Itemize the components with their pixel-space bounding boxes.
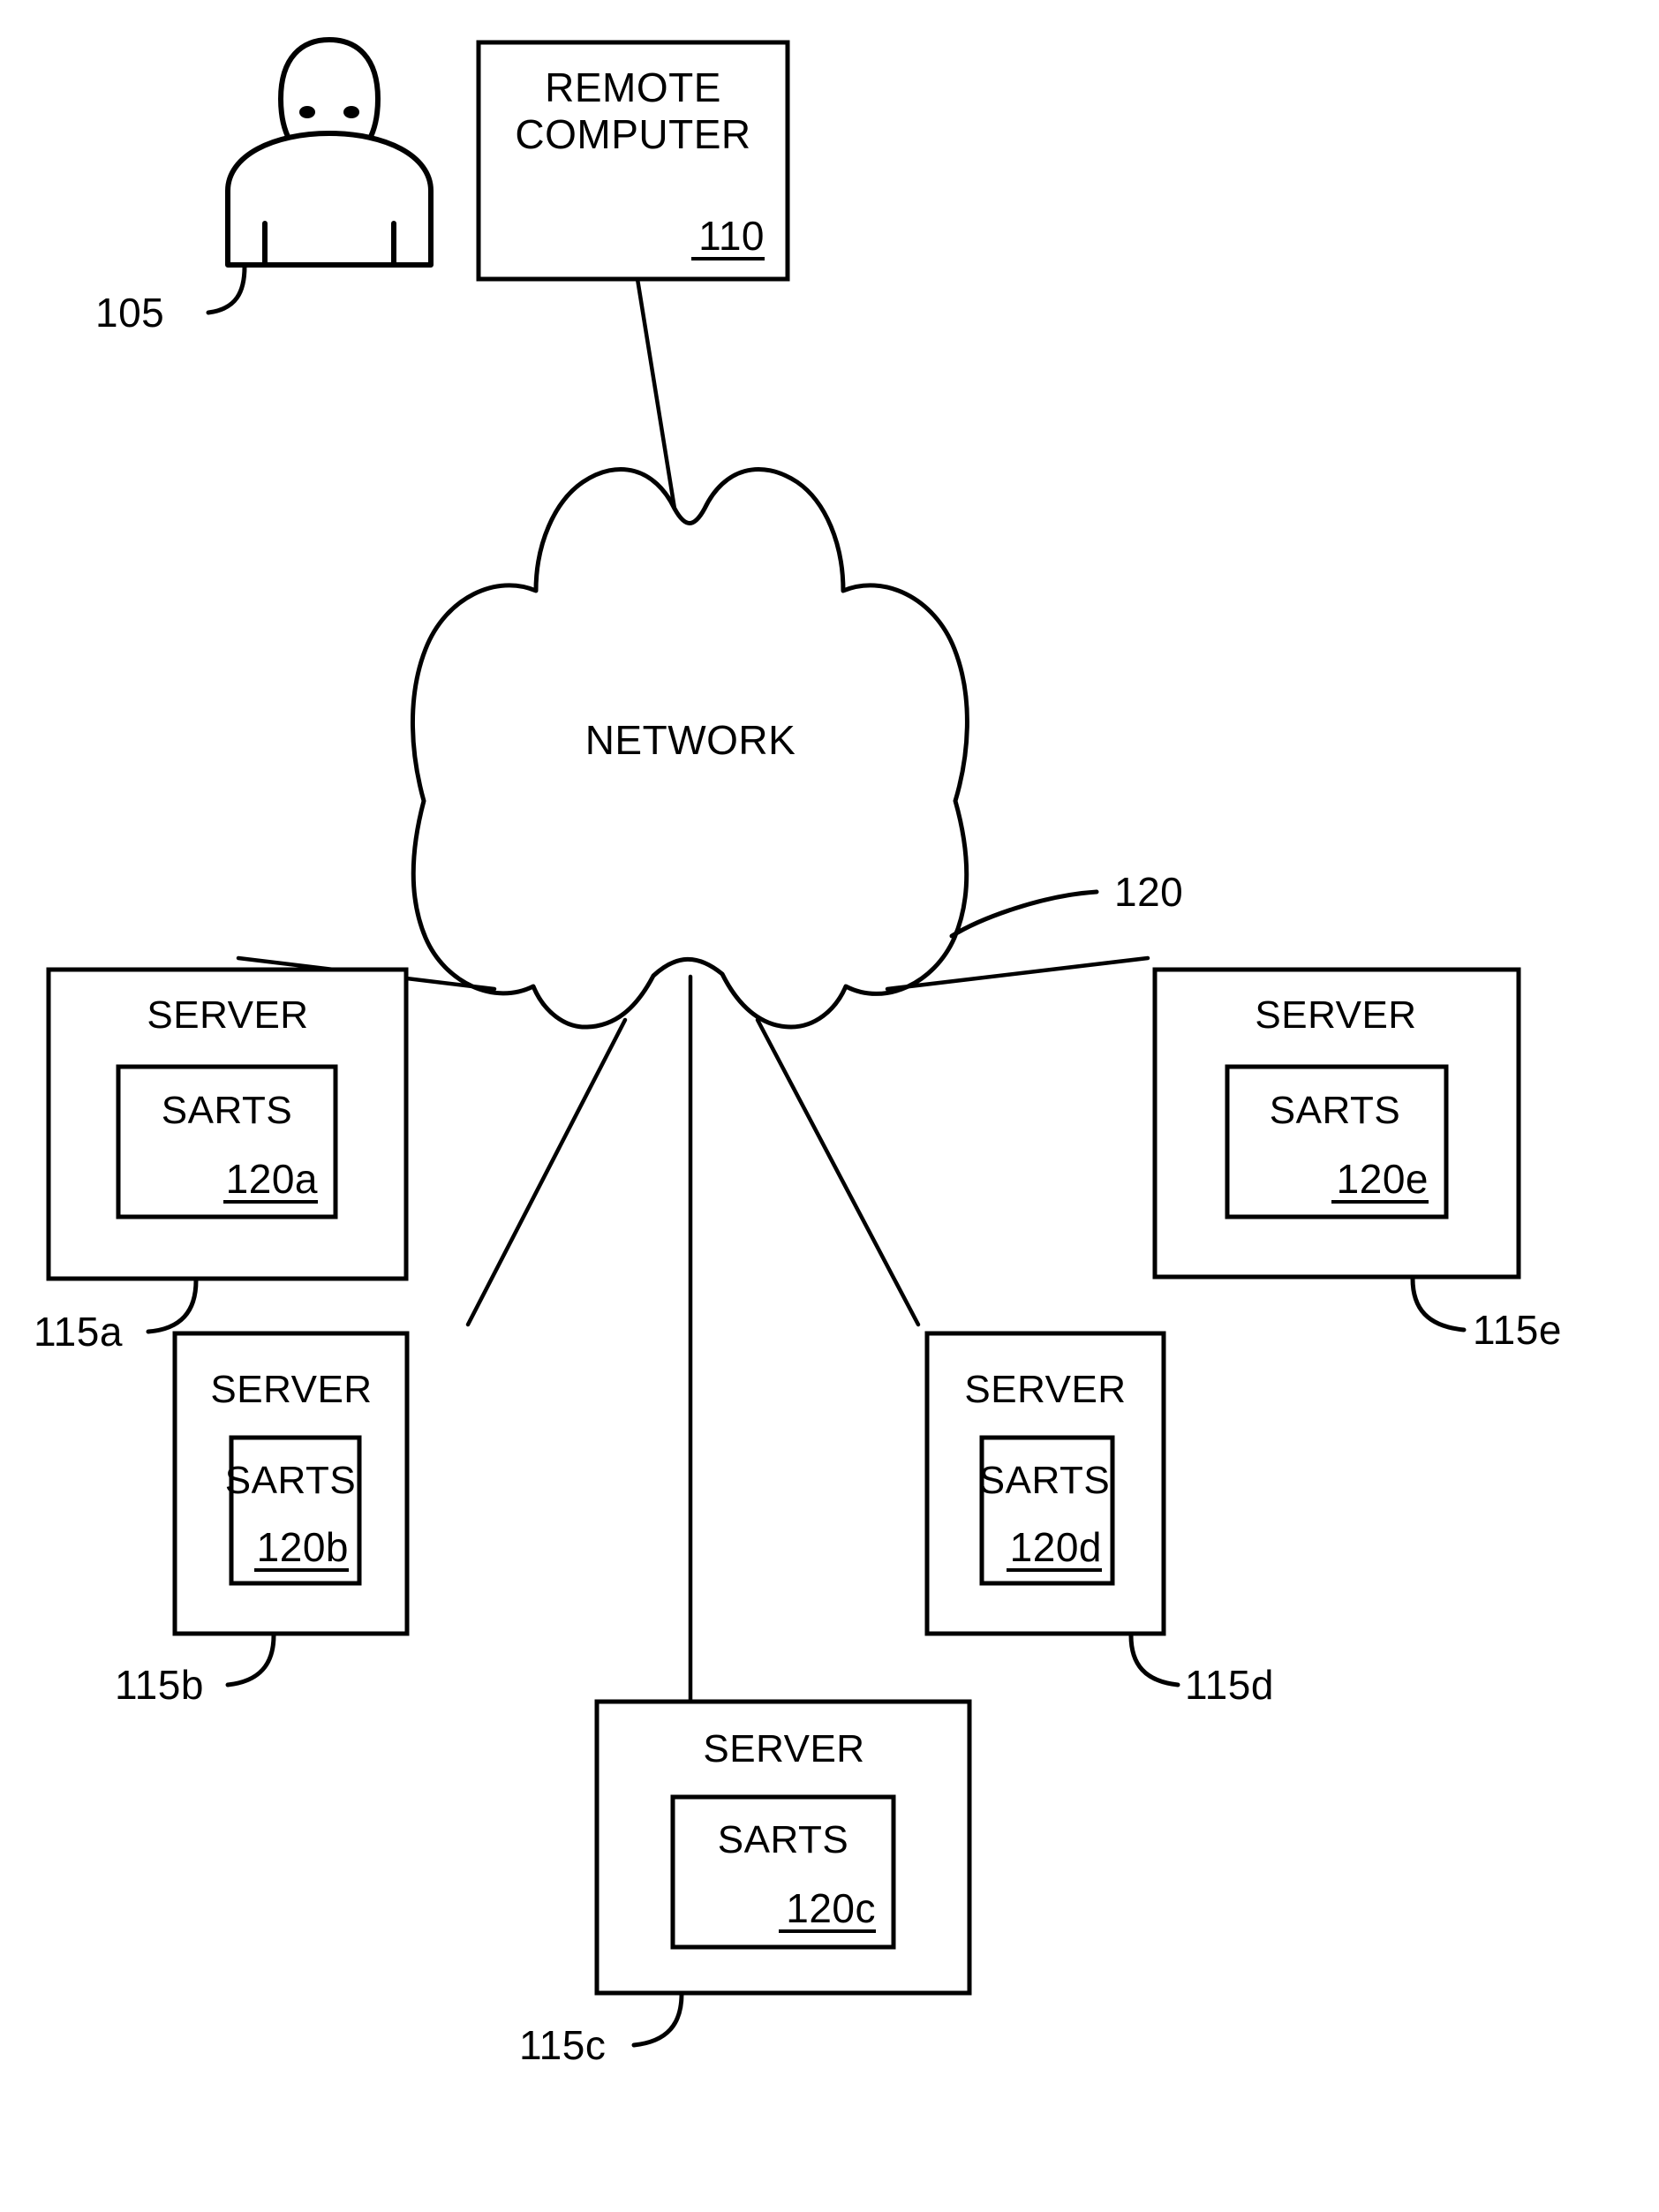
leader-115e xyxy=(1410,1276,1467,1332)
server-a-title: SERVER xyxy=(147,993,308,1037)
ref-label-120: 120 xyxy=(1114,869,1183,915)
ref-label-115c: 115c xyxy=(519,2022,606,2068)
server-box-c[interactable]: SERVER SARTS 120c xyxy=(594,1699,972,1996)
server-box-a[interactable]: SERVER SARTS 120a xyxy=(46,967,409,1281)
leader-115c xyxy=(631,1991,684,2048)
server-a-module-title: SARTS xyxy=(162,1089,292,1132)
server-box-e[interactable]: SERVER SARTS 120e xyxy=(1152,967,1521,1280)
network-architecture-diagram: 105 REMOTE COMPUTER 110 NETWORK 120 SERV… xyxy=(34,37,1562,2068)
server-c-module-title: SARTS xyxy=(718,1818,848,1861)
ref-label-115d: 115d xyxy=(1185,1662,1274,1708)
ref-label-115b: 115b xyxy=(115,1662,204,1708)
ref-label-105: 105 xyxy=(95,290,164,336)
leader-105 xyxy=(206,264,247,315)
ref-label-115e: 115e xyxy=(1473,1307,1562,1353)
server-a-module-ref: 120a xyxy=(226,1156,318,1202)
person-icon xyxy=(225,37,434,268)
server-d-module-ref: 120d xyxy=(1010,1524,1102,1570)
server-box-b[interactable]: SERVER SARTS 120b xyxy=(172,1331,410,1636)
server-d-title: SERVER xyxy=(964,1368,1126,1411)
server-e-module-title: SARTS xyxy=(1270,1089,1400,1132)
leader-120 xyxy=(949,889,1099,939)
server-box-d[interactable]: SERVER SARTS 120d xyxy=(924,1331,1166,1636)
network-label: NETWORK xyxy=(585,717,796,763)
server-b-title: SERVER xyxy=(210,1368,372,1411)
patent-figure: 105 REMOTE COMPUTER 110 NETWORK 120 SERV… xyxy=(0,0,1659,2212)
link-network-to-server-d xyxy=(755,1017,921,1327)
leader-115d xyxy=(1128,1633,1180,1687)
server-d-module-title: SARTS xyxy=(979,1459,1110,1502)
leader-115a xyxy=(146,1278,199,1334)
link-network-to-server-b xyxy=(465,1017,628,1327)
server-b-module-title: SARTS xyxy=(225,1459,356,1502)
remote-computer-ref-110: 110 xyxy=(698,213,765,259)
server-e-title: SERVER xyxy=(1255,993,1416,1037)
ref-label-115a: 115a xyxy=(34,1309,123,1355)
server-c-title: SERVER xyxy=(703,1727,864,1770)
server-c-module-ref: 120c xyxy=(786,1885,876,1931)
server-b-module-ref: 120b xyxy=(257,1524,349,1570)
leader-115b xyxy=(225,1633,276,1687)
server-e-module-ref: 120e xyxy=(1337,1156,1429,1202)
remote-computer-title-line2: COMPUTER xyxy=(515,111,750,157)
remote-computer-title-line1: REMOTE xyxy=(545,64,721,110)
